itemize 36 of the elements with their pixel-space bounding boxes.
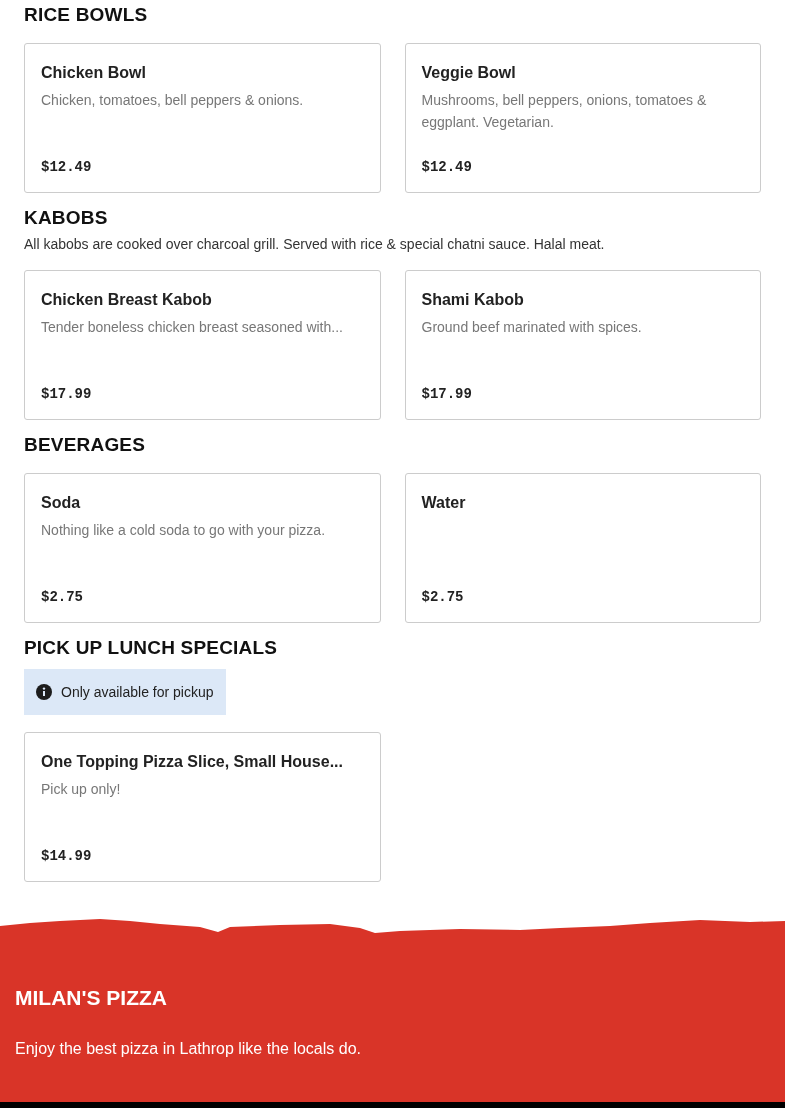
item-price: $2.75 — [421, 589, 465, 605]
footer-tagline: Enjoy the best pizza in Lathrop like the locals do. — [15, 1040, 362, 1058]
item-name: Shami Kabob — [421, 290, 525, 310]
item-description: Pick up only! — [41, 780, 122, 799]
menu-item-card[interactable]: Chicken Breast Kabob Tender boneless chicken breast seasoned with... $17.99 — [24, 270, 381, 420]
menu-item-card[interactable]: Shami Kabob Ground beef marinated with spices. $17.99 — [404, 270, 761, 420]
menu-item-card[interactable]: One Topping Pizza Slice, Small House... Pick up only! $14.99 — [24, 732, 381, 882]
item-description: Chicken, tomatoes, bell peppers & onions. — [41, 91, 305, 110]
footer-brand: MILAN'S PIZZA — [15, 986, 168, 1010]
menu-item-card[interactable]: Chicken Bowl Chicken, tomatoes, bell peppers & onions. $12.49 — [24, 43, 381, 193]
item-name: Chicken Bowl — [41, 63, 147, 83]
item-description: Mushrooms, bell peppers, onions, tomatoes & eggplant. Vegetarian. — [421, 91, 708, 132]
item-price: $12.49 — [421, 159, 473, 175]
item-price: $12.49 — [41, 159, 93, 175]
item-name: Chicken Breast Kabob — [41, 290, 213, 310]
info-icon — [36, 684, 52, 700]
section-heading: KABOBS — [24, 206, 109, 229]
section-heading: BEVERAGES — [24, 433, 147, 456]
section-description: All kabobs are cooked over charcoal grill. Served with rice & special chatni sauce. Halal meat. — [24, 235, 606, 253]
menu-item-card[interactable]: Water $2.75 — [404, 473, 761, 623]
item-price: $14.99 — [41, 848, 93, 864]
item-description: Tender boneless chicken breast seasoned with... — [41, 318, 344, 337]
menu-item-card[interactable]: Soda Nothing like a cold soda to go with your pizza. $2.75 — [24, 473, 381, 623]
item-description: Nothing like a cold soda to go with your pizza. — [41, 521, 327, 540]
item-price: $2.75 — [41, 589, 84, 605]
item-price: $17.99 — [41, 386, 93, 402]
section-heading: RICE BOWLS — [24, 3, 149, 26]
item-description: Ground beef marinated with spices. — [421, 318, 643, 337]
menu-item-card[interactable]: Veggie Bowl Mushrooms, bell peppers, onions, tomatoes & eggplant. Vegetarian. $12.49 — [404, 43, 761, 193]
notice-text: Only available for pickup — [61, 684, 214, 700]
item-name: Water — [421, 493, 467, 513]
item-name: One Topping Pizza Slice, Small House... — [41, 752, 344, 772]
item-name: Soda — [41, 493, 82, 513]
item-name: Veggie Bowl — [421, 63, 517, 83]
section-heading: PICK UP LUNCH SPECIALS — [24, 636, 279, 659]
item-price: $17.99 — [421, 386, 473, 402]
